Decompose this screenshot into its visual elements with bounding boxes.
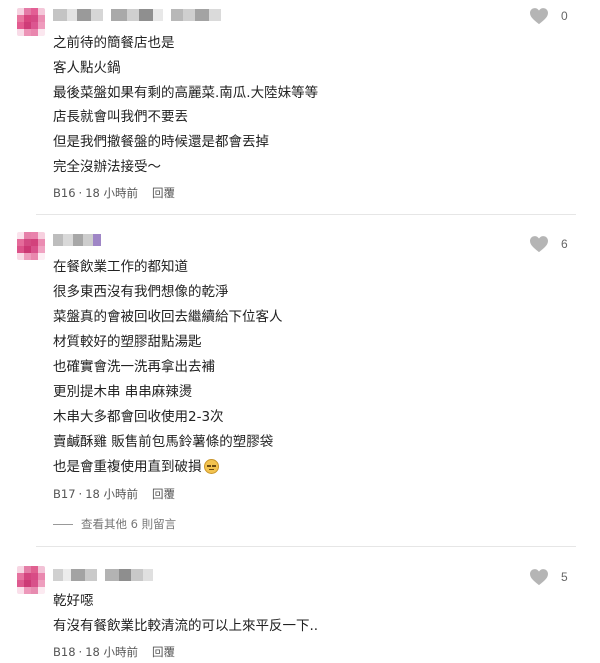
username-pixelated[interactable] — [53, 569, 153, 581]
comment-text-line: 乾好噁 — [53, 593, 94, 609]
comment-text-line: 有沒有餐飲業比較清流的可以上來平反一下.. — [53, 618, 319, 634]
like-button[interactable]: 5 — [529, 568, 568, 586]
floor-number: B18 — [53, 645, 76, 659]
meta-separator: · — [78, 645, 83, 659]
timestamp: 18 小時前 — [85, 645, 138, 659]
like-count: 5 — [561, 570, 568, 584]
comment-b18: 乾好噁 有沒有餐飲業比較清流的可以上來平反一下.. B18 · 18 小時前 回覆 5 — [0, 0, 600, 663]
heart-icon — [529, 568, 549, 586]
comment-meta: B18 · 18 小時前 回覆 — [53, 645, 175, 659]
avatar[interactable] — [17, 566, 45, 594]
reply-button[interactable]: 回覆 — [152, 645, 175, 659]
